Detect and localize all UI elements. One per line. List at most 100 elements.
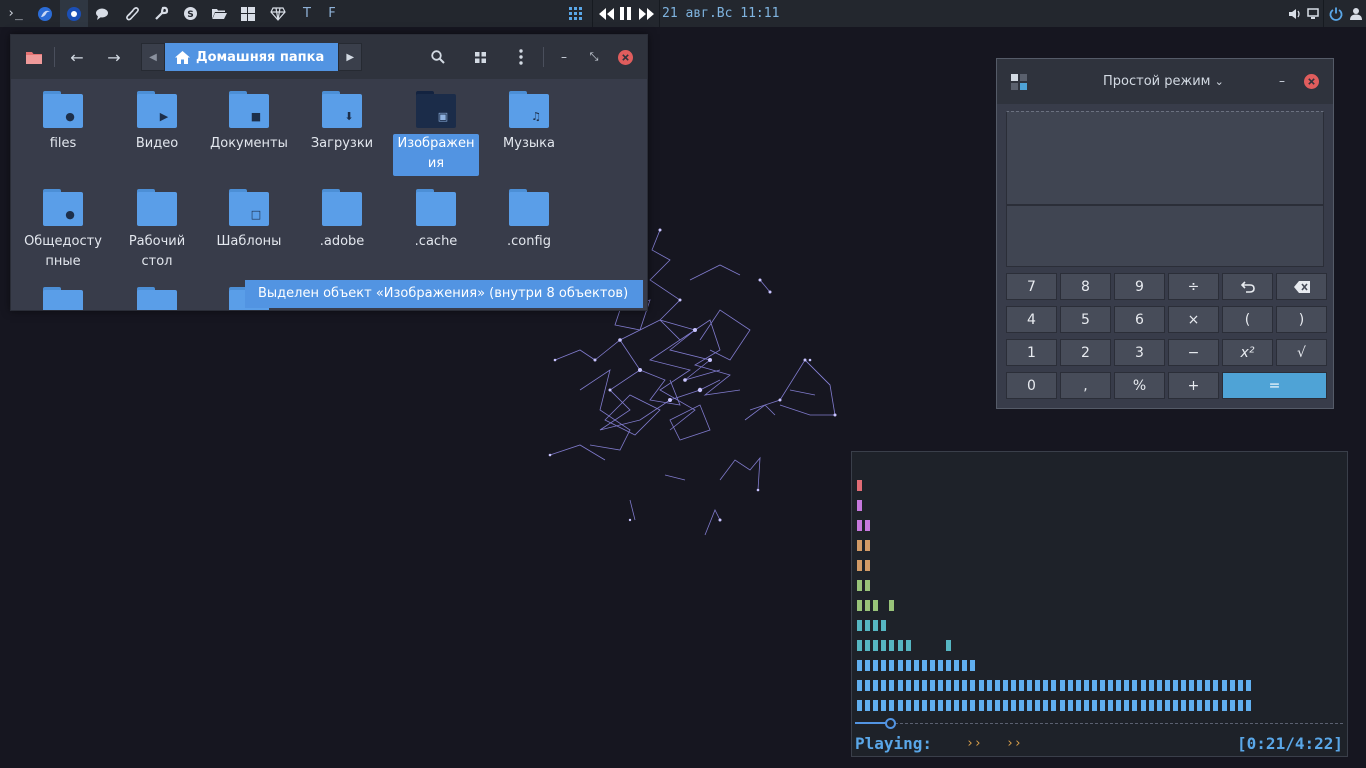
spectrum-bar [1172,680,1178,691]
previous-button[interactable] [596,0,616,27]
key-7[interactable]: 7 [1006,273,1057,300]
folder-partial[interactable] [18,287,108,310]
settings-launcher[interactable] [147,0,175,27]
wrench-icon [154,6,168,20]
folder-downloads[interactable]: ⬇ Загрузки [297,91,387,154]
workspace-f[interactable]: F [320,0,344,27]
folder-desktop[interactable]: Рабочий стол [112,189,202,272]
key-8[interactable]: 8 [1060,273,1111,300]
chat-launcher[interactable] [89,0,117,27]
firefox-launcher[interactable] [31,0,59,27]
key-add[interactable]: + [1168,372,1219,399]
browser-launcher[interactable] [60,0,88,27]
spectrum-bar [873,700,879,711]
folder-public[interactable]: ● Общедоступные [18,189,108,272]
path-scroll-right[interactable]: ▶ [338,43,363,71]
power-button[interactable] [1326,0,1346,27]
spectrum-bar [1140,700,1146,711]
spectrum-bar [970,660,976,671]
pause-button[interactable] [617,0,635,27]
progress-knob[interactable] [885,718,896,729]
spectrum-bar [881,660,887,671]
key-multiply[interactable]: × [1168,306,1219,333]
key-2[interactable]: 2 [1060,339,1111,366]
folder-menu-button[interactable] [21,43,47,71]
kebab-menu-icon [519,49,523,65]
mode-selector[interactable]: Простой режим ⌄ [1103,59,1224,104]
key-undo[interactable] [1222,273,1273,300]
key-equals[interactable]: = [1222,372,1327,399]
menu-button[interactable] [508,43,534,71]
key-1[interactable]: 1 [1006,339,1057,366]
spectrum-bar [889,600,895,611]
windows-launcher[interactable] [234,0,262,27]
folder-music[interactable]: ♫ Музыка [484,91,574,154]
chevron-right-icon: ▶ [346,51,355,63]
restore-button[interactable]: ⤡ [584,43,604,71]
rewind-icon [598,7,614,20]
spectrum-bar [1108,700,1114,711]
progress-track[interactable] [855,723,1343,724]
terminal-launcher[interactable]: ›_ [0,0,30,27]
spectrum-bar [897,680,903,691]
attachment-launcher[interactable] [118,0,146,27]
key-subtract[interactable]: − [1168,339,1219,366]
spectrum-bar [865,560,871,571]
folder-documents[interactable]: ■ Документы [204,91,294,154]
close-button[interactable] [1304,74,1319,93]
key-square[interactable]: x² [1222,339,1273,366]
key-open-paren[interactable]: ( [1222,306,1273,333]
next-button[interactable] [636,0,656,27]
key-backspace[interactable] [1276,273,1327,300]
paperclip-icon [126,6,139,20]
minimize-icon: – [561,50,567,64]
view-toggle-button[interactable] [467,43,493,71]
skype-launcher[interactable]: S [176,0,204,27]
close-button[interactable] [615,43,635,71]
key-9[interactable]: 9 [1114,273,1165,300]
spectrum-bar [1181,680,1186,691]
search-button[interactable] [425,43,451,71]
folder-files[interactable]: ● files [18,91,108,154]
key-5[interactable]: 5 [1060,306,1111,333]
workspace-t[interactable]: T [295,0,319,27]
folder-partial[interactable] [112,287,202,310]
spectrum-bar [1035,680,1041,691]
forward-button[interactable]: → [100,43,128,71]
key-close-paren[interactable]: ) [1276,306,1327,333]
folder-templates[interactable]: □ Шаблоны [204,189,294,252]
spectrum-bar [970,700,976,711]
folder-pictures[interactable]: ▣ Изображения [391,91,481,174]
key-0[interactable]: 0 [1006,372,1057,399]
datetime[interactable]: 21 авг.Вс 11:11 [662,0,792,27]
spectrum-bar [905,640,911,651]
folder-icon [416,189,456,226]
spectrum-bar [905,680,911,691]
folder-config[interactable]: .config [484,189,574,252]
display-button[interactable] [1304,0,1322,27]
app-grid-button[interactable] [563,0,589,27]
folder-label: Видео [135,136,179,151]
key-comma[interactable]: , [1060,372,1111,399]
volume-button[interactable] [1286,0,1304,27]
spectrum-bar [1019,700,1024,711]
minimize-button[interactable]: – [1273,72,1291,90]
key-percent[interactable]: % [1114,372,1165,399]
back-button[interactable]: ← [63,43,91,71]
expression-input[interactable] [1006,205,1324,267]
path-scroll-left[interactable]: ◀ [141,43,165,71]
spectrum-bar [1148,680,1154,691]
folder-video[interactable]: ▶ Видео [112,91,202,154]
key-3[interactable]: 3 [1114,339,1165,366]
folder-cache[interactable]: .cache [391,189,481,252]
key-6[interactable]: 6 [1114,306,1165,333]
key-sqrt[interactable]: √ [1276,339,1327,366]
minimize-button[interactable]: – [554,43,574,71]
breadcrumb-home[interactable]: Домашняя папка [165,43,339,71]
gem-launcher[interactable] [263,0,293,27]
key-4[interactable]: 4 [1006,306,1057,333]
user-button[interactable] [1348,0,1364,27]
folder-adobe[interactable]: .adobe [297,189,387,252]
key-divide[interactable]: ÷ [1168,273,1219,300]
files-launcher[interactable] [205,0,233,27]
